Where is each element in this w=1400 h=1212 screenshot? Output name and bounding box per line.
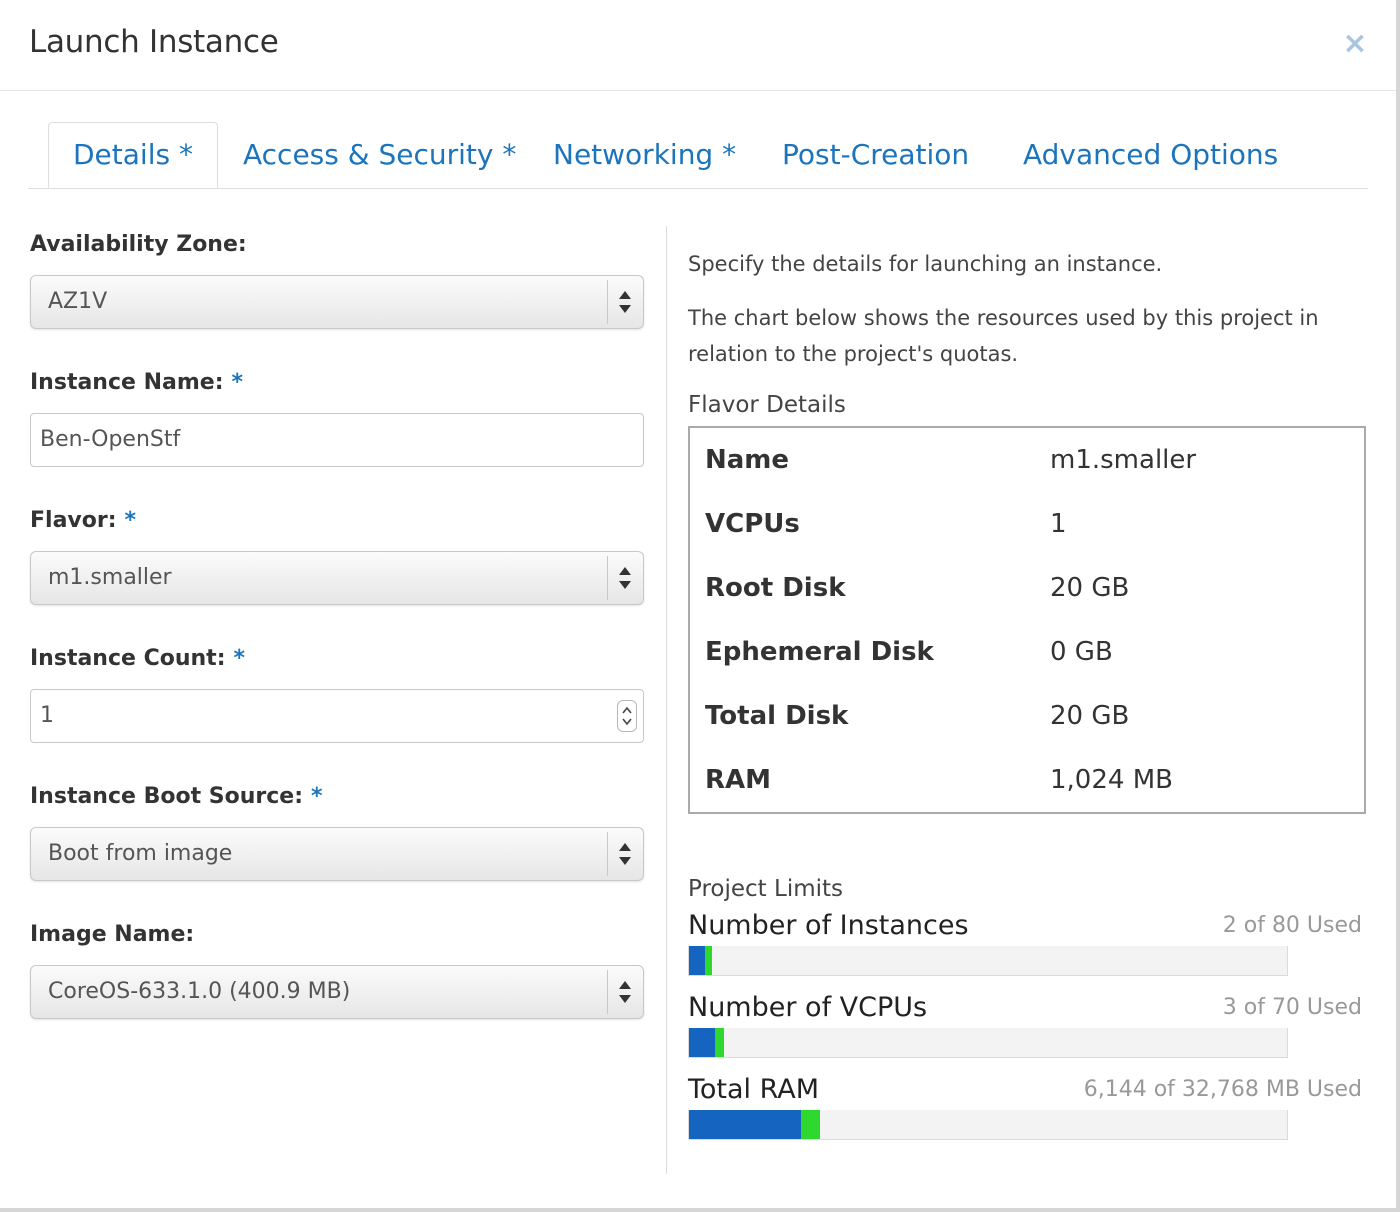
limit-bar-vcpus xyxy=(688,1028,1288,1058)
flavor-details-table: Name m1.smaller VCPUs 1 Root Disk 20 GB … xyxy=(688,426,1366,814)
flavor-label: Flavor: * xyxy=(30,508,136,533)
limit-label-ram: Total RAM xyxy=(688,1074,820,1105)
dialog-header: Launch Instance × xyxy=(0,0,1396,91)
select-divider xyxy=(607,556,608,600)
select-arrows-icon xyxy=(619,843,631,865)
flavor-row: Name m1.smaller xyxy=(690,428,1364,492)
help-text-intro: Specify the details for launching an ins… xyxy=(688,252,1163,276)
boot-source-select[interactable]: Boot from image xyxy=(30,827,644,881)
flavor-key: Name xyxy=(705,445,790,475)
tab-post-creation[interactable]: Post-Creation xyxy=(782,122,969,188)
boot-source-value: Boot from image xyxy=(48,841,233,866)
select-divider xyxy=(607,970,608,1014)
flavor-value: 0 GB xyxy=(1050,637,1113,667)
flavor-key: Root Disk xyxy=(705,573,846,603)
select-divider xyxy=(607,832,608,876)
flavor-row: RAM 1,024 MB xyxy=(690,748,1364,812)
flavor-label-text: Flavor: xyxy=(30,508,117,533)
instance-name-input[interactable]: Ben-OpenStf xyxy=(30,413,644,467)
limit-bar-ram xyxy=(688,1110,1288,1140)
instance-name-label-text: Instance Name: xyxy=(30,370,224,395)
flavor-key: RAM xyxy=(705,765,772,795)
flavor-key: Total Disk xyxy=(705,701,849,731)
select-arrows-icon xyxy=(619,291,631,313)
flavor-value: 20 GB xyxy=(1050,701,1130,731)
stepper-arrows-icon xyxy=(622,706,632,726)
flavor-row: Root Disk 20 GB xyxy=(690,556,1364,620)
flavor-key: Ephemeral Disk xyxy=(705,637,934,667)
flavor-value: 1 xyxy=(1050,509,1067,539)
availability-zone-select[interactable]: AZ1V xyxy=(30,275,644,329)
launch-instance-dialog: Launch Instance × Details * Access & Sec… xyxy=(0,0,1400,1212)
bar-used-segment xyxy=(689,1110,801,1139)
image-name-label-text: Image Name: xyxy=(30,922,195,947)
flavor-value: 20 GB xyxy=(1050,573,1130,603)
tab-advanced-options[interactable]: Advanced Options xyxy=(1023,122,1278,188)
column-divider xyxy=(666,226,667,1174)
boot-source-label: Instance Boot Source: * xyxy=(30,784,323,809)
tab-access-security[interactable]: Access & Security * xyxy=(243,122,516,188)
availability-zone-label-text: Availability Zone: xyxy=(30,232,247,257)
instance-name-label: Instance Name: * xyxy=(30,370,243,395)
select-arrows-icon xyxy=(619,567,631,589)
tab-bar: Details * Access & Security * Networking… xyxy=(28,122,1368,189)
limit-label-instances: Number of Instances xyxy=(688,910,969,941)
bar-used-segment xyxy=(689,1028,715,1057)
limit-label-vcpus: Number of VCPUs xyxy=(688,992,928,1023)
image-name-select[interactable]: CoreOS-633.1.0 (400.9 MB) xyxy=(30,965,644,1019)
flavor-value: 1,024 MB xyxy=(1050,765,1173,795)
availability-zone-value: AZ1V xyxy=(48,289,108,314)
bar-added-segment xyxy=(715,1028,724,1057)
select-divider xyxy=(607,280,608,324)
bar-used-segment xyxy=(689,946,705,975)
tab-networking[interactable]: Networking * xyxy=(553,122,736,188)
dialog-title: Launch Instance xyxy=(29,24,279,60)
limit-used-instances: 2 of 80 Used xyxy=(1222,913,1362,938)
flavor-row: VCPUs 1 xyxy=(690,492,1364,556)
instance-count-label-text: Instance Count: xyxy=(30,646,226,671)
help-text-chart: The chart below shows the resources used… xyxy=(688,306,1319,366)
flavor-details-title: Flavor Details xyxy=(688,392,846,418)
number-stepper[interactable] xyxy=(617,700,637,732)
select-arrows-icon xyxy=(619,981,631,1003)
required-marker: * xyxy=(231,370,244,395)
instance-count-input[interactable]: 1 xyxy=(30,689,644,743)
flavor-select[interactable]: m1.smaller xyxy=(30,551,644,605)
bar-added-segment xyxy=(705,946,712,975)
instance-name-value: Ben-OpenStf xyxy=(40,427,181,452)
required-marker: * xyxy=(124,508,137,533)
flavor-row: Ephemeral Disk 0 GB xyxy=(690,620,1364,684)
required-marker: * xyxy=(311,784,323,809)
flavor-value: m1.smaller xyxy=(48,565,172,590)
close-icon[interactable]: × xyxy=(1342,28,1368,60)
instance-count-label: Instance Count: * xyxy=(30,646,245,671)
project-limits-title: Project Limits xyxy=(688,876,844,902)
limit-used-vcpus: 3 of 70 Used xyxy=(1222,995,1362,1020)
flavor-value: m1.smaller xyxy=(1050,445,1197,475)
flavor-key: VCPUs xyxy=(705,509,800,539)
image-name-label: Image Name: xyxy=(30,922,194,947)
instance-count-value: 1 xyxy=(40,703,54,728)
required-marker: * xyxy=(233,646,246,671)
flavor-row: Total Disk 20 GB xyxy=(690,684,1364,748)
image-name-value: CoreOS-633.1.0 (400.9 MB) xyxy=(48,979,351,1004)
tab-details[interactable]: Details * xyxy=(48,122,218,188)
bar-added-segment xyxy=(801,1110,820,1139)
limit-bar-instances xyxy=(688,946,1288,976)
availability-zone-label: Availability Zone: xyxy=(30,232,247,257)
boot-source-label-text: Instance Boot Source: xyxy=(30,784,303,809)
limit-used-ram: 6,144 of 32,768 MB Used xyxy=(1083,1077,1362,1102)
